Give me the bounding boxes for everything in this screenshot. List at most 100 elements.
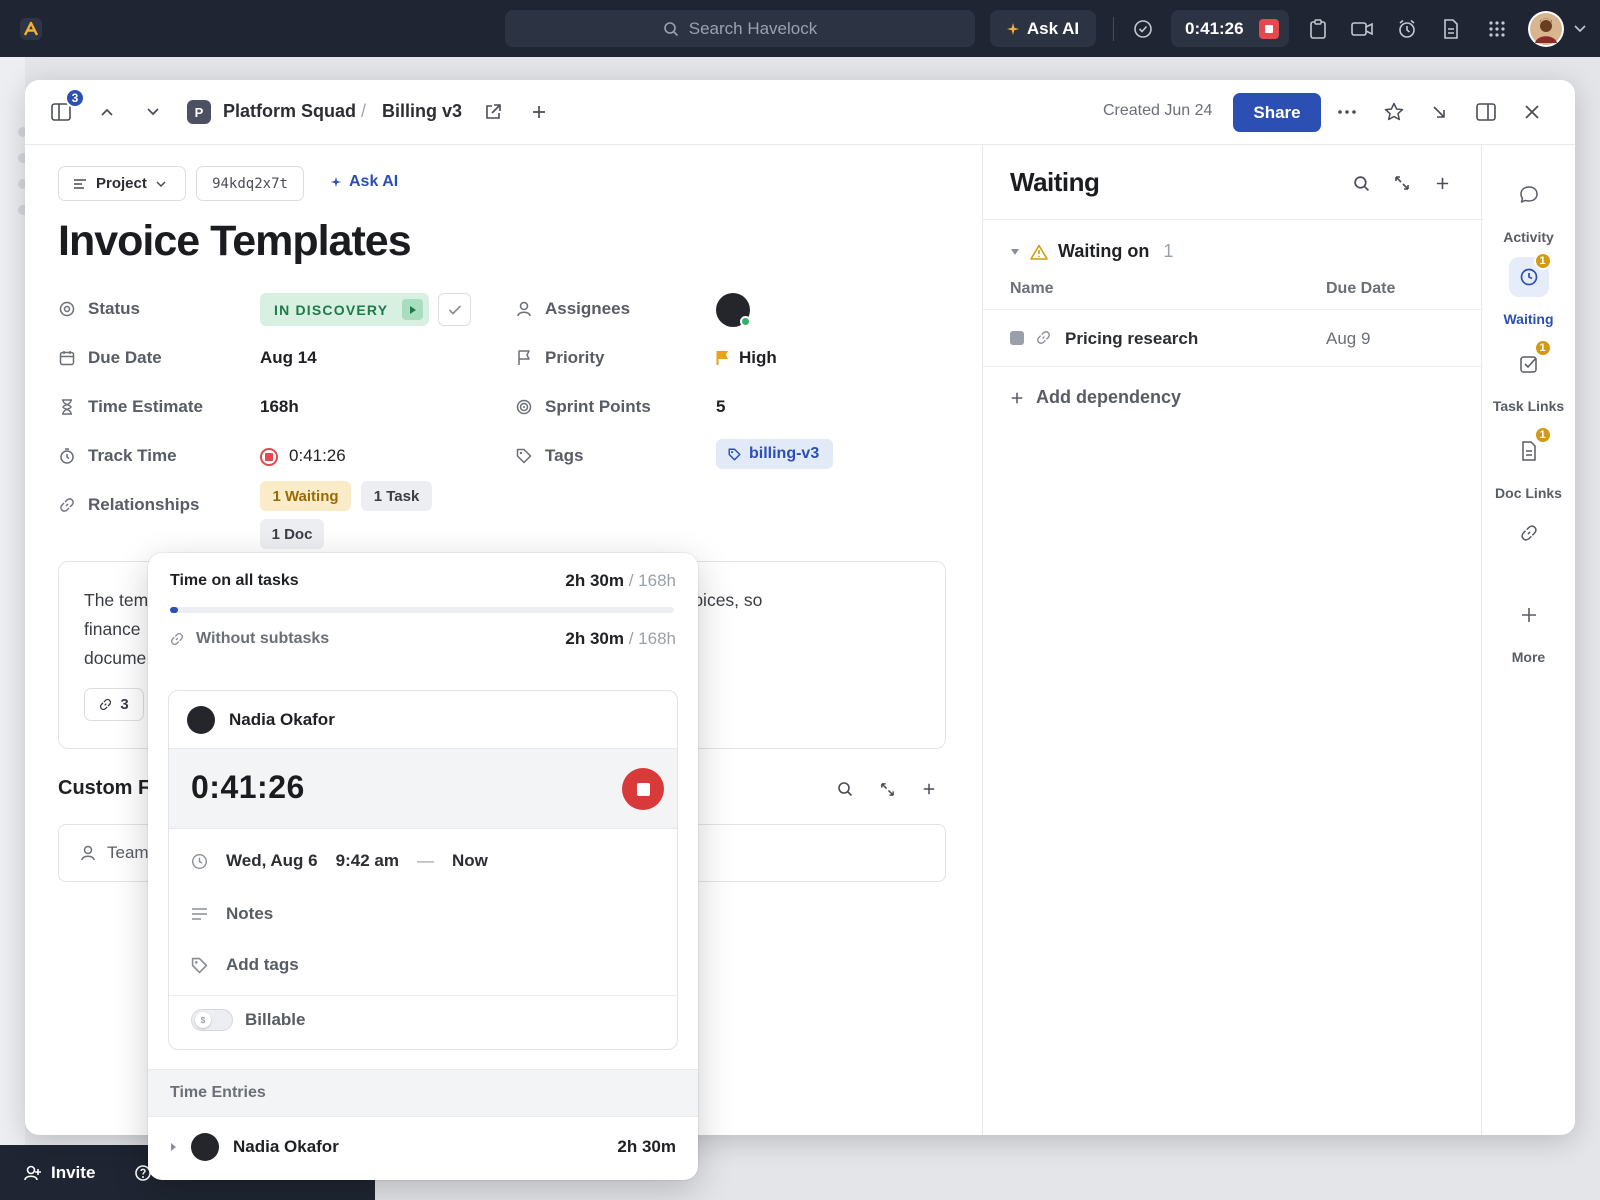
column-header-due-date[interactable]: Due Date [1326,280,1395,298]
search-icon[interactable] [835,779,855,799]
split-view-icon[interactable] [1474,100,1498,124]
share-button[interactable]: Share [1233,93,1321,132]
plus-icon[interactable] [527,100,551,124]
global-timer[interactable]: 0:41:26 [1171,10,1289,47]
billable-toggle[interactable]: $ [191,1009,233,1031]
billable-row: $ Billable [191,1009,305,1031]
time-all-tasks-label: Time on all tasks [170,572,299,589]
chevron-down-icon[interactable] [1568,17,1592,41]
rail-item-doc-links[interactable]: 1 Doc Links [1482,426,1575,501]
background-sidebar [0,57,28,1200]
running-timer: 0:41:26 [169,749,677,829]
breadcrumb-space[interactable]: Platform Squad [223,101,356,122]
custom-fields-title: Custom F [58,777,151,799]
due-date-value[interactable]: Aug 14 [260,348,317,368]
ask-ai-link[interactable]: Ask AI [331,173,398,191]
waiting-relationship-chip[interactable]: 1 Waiting [260,481,351,511]
task-id-chip[interactable]: 94kdq2x7t [196,166,304,201]
timer-add-tags[interactable]: Add tags [191,955,299,975]
dependency-due-date[interactable]: Aug 9 [1326,329,1370,349]
clipboard-icon[interactable] [1306,17,1330,41]
dependency-row[interactable]: Pricing research Aug 9 [983,309,1483,367]
rail-item-activity[interactable]: Activity [1482,175,1575,245]
calendar-icon [58,349,76,367]
divider [169,995,677,996]
alarm-clock-icon[interactable] [1395,17,1419,41]
assignee-avatar[interactable] [716,293,751,327]
timer-end[interactable]: Now [452,851,488,871]
breadcrumb-list[interactable]: Billing v3 [382,101,462,122]
recording-icon[interactable] [260,448,278,466]
ask-ai-label: Ask AI [1026,18,1080,38]
time-entry-row[interactable]: Nadia Okafor 2h 30m [148,1117,698,1177]
ask-ai-button[interactable]: Ask AI [990,10,1096,47]
close-icon[interactable] [1520,100,1544,124]
time-progress-bar [170,607,674,613]
task-relationship-chip[interactable]: 1 Task [361,481,432,511]
timer-time-range[interactable]: Wed, Aug 6 9:42 am — Now [191,851,488,871]
priority-value[interactable]: High [716,348,777,368]
running-timer-value[interactable]: 0:41:26 [191,769,305,806]
time-estimate-value[interactable]: 168h [260,397,299,417]
caret-right-icon[interactable] [170,1142,177,1152]
billable-label: Billable [245,1010,306,1029]
track-time-label: Track Time [88,446,177,465]
star-icon[interactable] [1382,100,1406,124]
task-type-dropdown[interactable]: Project [58,166,186,201]
plus-icon[interactable] [1431,172,1453,194]
divider [983,219,1483,220]
external-link-icon[interactable] [481,100,505,124]
doc-relationship-chip[interactable]: 1 Doc [260,519,324,549]
timer-start[interactable]: 9:42 am [336,851,399,871]
check-circle-icon[interactable] [1131,17,1155,41]
column-header-name[interactable]: Name [1010,280,1054,298]
stopwatch-icon [58,447,76,465]
plus-icon [1509,595,1549,635]
stop-timer-icon[interactable] [1259,18,1279,39]
rail-item-links[interactable] [1482,513,1575,553]
expand-icon[interactable] [1391,172,1413,194]
plus-icon[interactable] [919,779,939,799]
add-dependency-button[interactable]: Add dependency [1010,387,1181,408]
user-avatar[interactable] [1528,11,1564,47]
running-timer-card: Nadia Okafor 0:41:26 Wed, Aug 6 9:42 am … [168,690,678,1050]
links-chip[interactable]: 3 [84,688,144,721]
rail-item-waiting[interactable]: 1 Waiting [1482,252,1575,327]
chevron-down-icon[interactable] [141,100,165,124]
play-arrow-icon[interactable] [402,299,423,320]
task-title[interactable]: Invoice Templates [58,217,412,266]
tag-icon [515,447,533,465]
app-logo-icon[interactable] [20,18,42,40]
chevron-up-icon[interactable] [95,100,119,124]
timer-notes[interactable]: Notes [191,904,273,924]
minimize-icon[interactable] [1427,100,1451,124]
user-avatar [191,1133,219,1161]
complete-checkbox[interactable] [438,293,471,326]
dependency-name[interactable]: Pricing research [1065,329,1198,349]
time-all-tasks-row: Time on all tasks 2h 30m / 168h [170,571,676,591]
waiting-on-section[interactable]: Waiting on 1 [1010,241,1173,262]
track-time-value[interactable]: 0:41:26 [289,446,346,466]
sprint-points-value[interactable]: 5 [716,397,725,417]
stop-timer-button[interactable] [622,768,664,810]
more-icon[interactable] [1335,100,1359,124]
person-icon [515,300,533,318]
time-all-tasks-estimate: / 168h [628,571,676,590]
rail-item-more[interactable]: More [1482,595,1575,665]
top-bar: Search Havelock Ask AI 0:41:26 [0,0,1600,57]
time-estimate-label: Time Estimate [88,397,203,416]
tag-label: billing-v3 [749,445,820,462]
search-icon[interactable] [1350,172,1372,194]
rail-item-task-links[interactable]: 1 Task Links [1482,339,1575,414]
document-icon[interactable] [1439,17,1463,41]
apps-grid-icon[interactable] [1485,17,1509,41]
tag-chip[interactable]: billing-v3 [716,439,833,469]
timer-date[interactable]: Wed, Aug 6 [226,851,318,871]
video-icon[interactable] [1350,17,1374,41]
expand-icon[interactable] [877,779,897,799]
invite-button[interactable]: Invite [24,1163,95,1183]
priority-label: Priority [545,348,605,367]
status-pill[interactable]: IN DISCOVERY [260,293,429,326]
timer-user[interactable]: Nadia Okafor [169,691,677,749]
global-search[interactable]: Search Havelock [505,10,975,47]
